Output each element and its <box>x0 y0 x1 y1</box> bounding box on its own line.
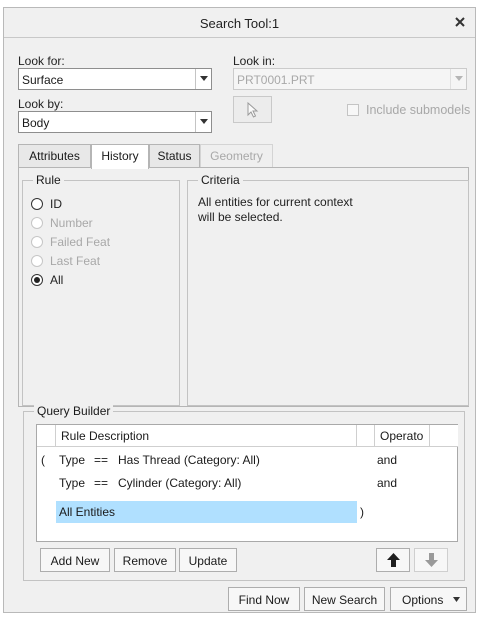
radio-number <box>31 217 43 229</box>
criteria-group-title: Criteria <box>198 173 243 187</box>
column-header-close-paren <box>357 425 375 447</box>
row2-value: Cylinder (Category: All) <box>118 476 242 490</box>
look-by-label: Look by: <box>18 97 64 111</box>
remove-button[interactable]: Remove <box>114 548 176 572</box>
criteria-group: Criteria All entities for current contex… <box>187 173 469 406</box>
history-tab-panel: Rule ID Number Failed Feat Last Feat All… <box>18 167 469 407</box>
row2-comparator: == <box>94 476 109 490</box>
look-in-combo[interactable]: PRT0001.PRT <box>233 68 467 90</box>
options-label: Options <box>402 593 444 607</box>
query-builder-group: Query Builder Rule Description Operato (… <box>23 404 465 581</box>
chevron-down-icon <box>450 69 466 89</box>
column-header-operator[interactable]: Operato <box>375 425 430 447</box>
cursor-arrow-icon <box>247 102 259 118</box>
find-now-button[interactable]: Find Now <box>228 587 300 611</box>
look-for-label: Look for: <box>18 54 65 68</box>
tab-history[interactable]: History <box>91 144 149 169</box>
search-tool-dialog: Search Tool:1 Look for: Surface Look by:… <box>3 7 476 613</box>
include-submodels-checkbox[interactable] <box>347 104 359 116</box>
table-row-selected[interactable]: All Entities <box>56 501 357 523</box>
arrow-up-icon <box>387 553 400 567</box>
look-by-value: Body <box>22 116 50 130</box>
close-icon[interactable] <box>453 15 467 29</box>
column-header-rule-description[interactable]: Rule Description <box>56 425 357 447</box>
row1-attribute: Type <box>59 453 86 467</box>
tab-geometry: Geometry <box>200 144 273 168</box>
title-bar[interactable]: Search Tool:1 <box>4 8 475 38</box>
chevron-down-icon[interactable] <box>195 112 211 132</box>
move-up-button[interactable] <box>376 548 410 572</box>
radio-all[interactable] <box>31 274 43 286</box>
window-title: Search Tool:1 <box>199 16 280 31</box>
column-header-paren <box>37 425 56 447</box>
radio-failed-feat-label: Failed Feat <box>50 235 111 249</box>
radio-failed-feat <box>31 236 43 248</box>
rule-group-title: Rule <box>33 173 64 187</box>
query-builder-title: Query Builder <box>34 404 114 418</box>
radio-last-feat <box>31 255 43 267</box>
row1-operator: and <box>377 453 398 467</box>
row1-comparator: == <box>94 453 109 467</box>
chevron-down-icon <box>453 597 460 602</box>
row1-open-paren: ( <box>41 453 45 467</box>
look-in-label: Look in: <box>233 54 276 68</box>
include-submodels-label: Include submodels <box>366 103 471 117</box>
criteria-text-line1: All entities for current context <box>198 195 353 209</box>
move-down-button <box>414 548 448 572</box>
tab-attributes[interactable]: Attributes <box>18 144 91 168</box>
query-table[interactable]: Rule Description Operato ( Type == Has T… <box>36 424 458 542</box>
new-search-button[interactable]: New Search <box>304 587 385 611</box>
column-header-filler <box>430 425 458 447</box>
update-button[interactable]: Update <box>179 548 237 572</box>
row2-attribute: Type <box>59 476 86 490</box>
radio-id[interactable] <box>31 198 43 210</box>
radio-id-label: ID <box>50 197 62 211</box>
chevron-down-icon[interactable] <box>195 69 211 89</box>
options-button[interactable]: Options <box>390 587 467 611</box>
look-for-value: Surface <box>22 73 64 87</box>
arrow-down-icon <box>425 553 438 567</box>
criteria-text-line2: will be selected. <box>198 210 283 224</box>
radio-number-label: Number <box>50 216 93 230</box>
row2-operator: and <box>377 476 398 490</box>
add-new-button[interactable]: Add New <box>40 548 110 572</box>
look-in-value: PRT0001.PRT <box>237 73 315 87</box>
look-by-combo[interactable]: Body <box>18 111 212 133</box>
row3-close-paren: ) <box>360 505 364 519</box>
tab-status[interactable]: Status <box>149 144 200 168</box>
rule-group: Rule ID Number Failed Feat Last Feat All <box>22 173 180 406</box>
radio-last-feat-label: Last Feat <box>50 254 101 268</box>
look-for-combo[interactable]: Surface <box>18 68 212 90</box>
radio-all-label: All <box>50 273 64 287</box>
select-from-model-button[interactable] <box>233 96 272 123</box>
row3-value: All Entities <box>59 505 116 519</box>
row1-value: Has Thread (Category: All) <box>118 453 260 467</box>
